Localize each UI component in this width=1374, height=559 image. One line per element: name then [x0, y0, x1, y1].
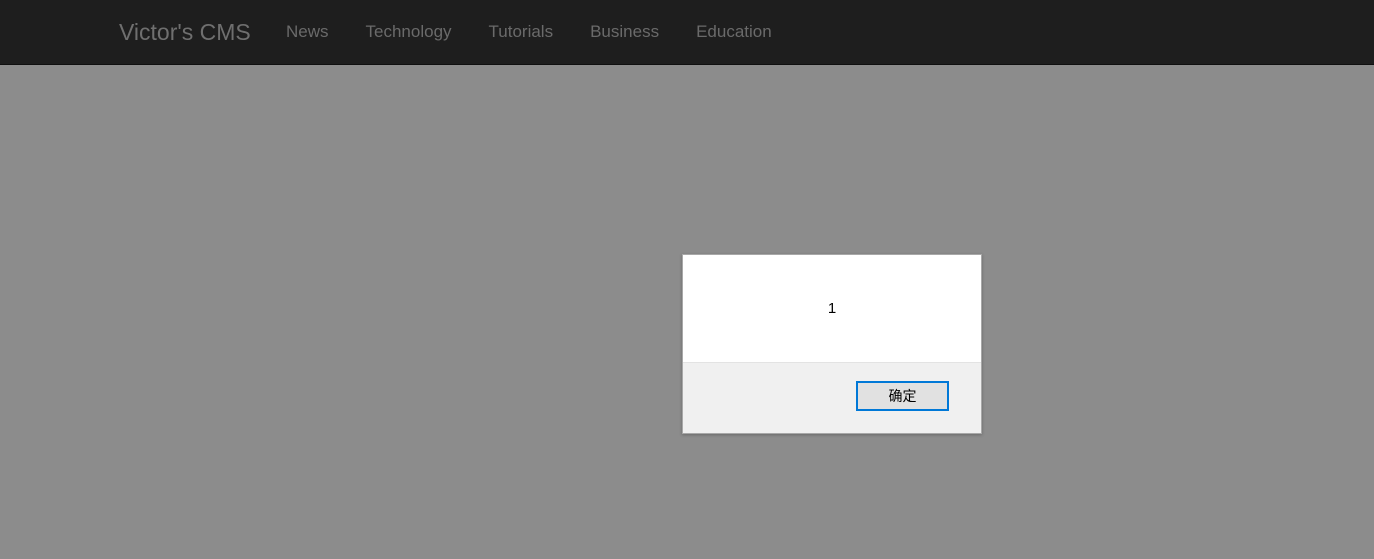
nav-item-business[interactable]: Business: [590, 0, 659, 64]
alert-dialog: 1 确定: [682, 254, 982, 434]
nav-item-news[interactable]: News: [286, 0, 329, 64]
top-navbar: Victor's CMS News Technology Tutorials B…: [0, 0, 1374, 65]
nav-item-technology[interactable]: Technology: [366, 0, 452, 64]
brand-link[interactable]: Victor's CMS: [119, 0, 251, 64]
ok-button[interactable]: 确定: [856, 381, 949, 411]
nav-item-education[interactable]: Education: [696, 0, 772, 64]
alert-footer: 确定: [683, 362, 981, 433]
nav-menu: News Technology Tutorials Business Educa…: [286, 0, 809, 64]
alert-message: 1: [827, 300, 837, 317]
nav-item-tutorials[interactable]: Tutorials: [489, 0, 554, 64]
